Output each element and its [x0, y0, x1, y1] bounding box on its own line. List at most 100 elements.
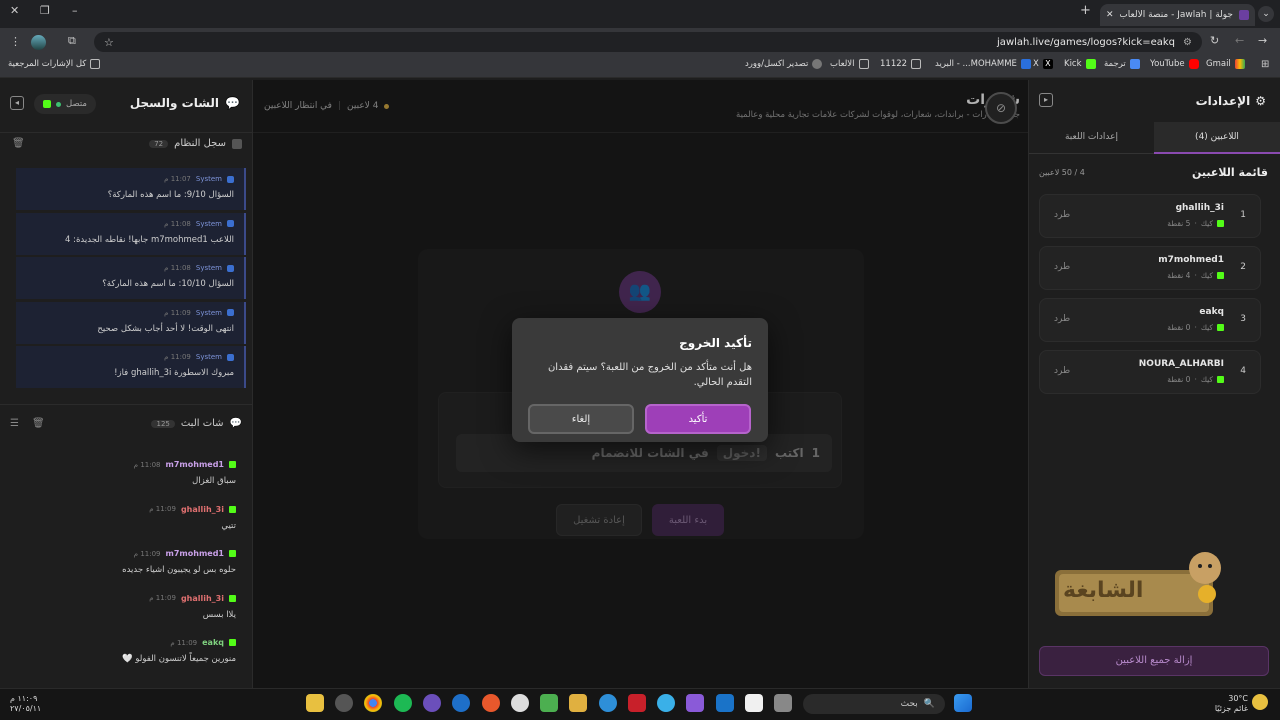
- app-icon[interactable]: [657, 694, 675, 712]
- site-settings-icon[interactable]: ⚙: [1183, 37, 1192, 48]
- taskbar-search[interactable]: 🔍 بحث: [803, 694, 945, 714]
- player-meta: كيك · 0 نقطة: [1167, 375, 1224, 384]
- kick-icon: [229, 639, 236, 646]
- cancel-button[interactable]: إلغاء: [528, 404, 634, 434]
- folder-icon: [911, 59, 922, 69]
- player-row: 4 NOURA_ALHARBI كيك · 0 نقطة طرد: [1039, 350, 1261, 394]
- app-icon[interactable]: [335, 694, 353, 712]
- live-chat-count: 125: [151, 419, 175, 428]
- exit-confirm-dialog: تأكيد الخروج هل أنت متأكد من الخروج من ا…: [512, 318, 768, 442]
- bookmark-youtube[interactable]: YouTube: [1150, 59, 1199, 69]
- folder-icon: [858, 59, 869, 69]
- file-explorer-icon[interactable]: [306, 694, 324, 712]
- bookmark-label: YouTube: [1150, 59, 1185, 69]
- firefox-icon[interactable]: [482, 694, 500, 712]
- bookmark-kick[interactable]: Kick: [1064, 59, 1096, 69]
- player-meta: كيك · 5 نقطة: [1167, 219, 1224, 228]
- discord-icon[interactable]: [423, 694, 441, 712]
- bookmark-11122[interactable]: 11122: [880, 59, 922, 69]
- logo-character-head: [1189, 552, 1221, 584]
- bookmark-x[interactable]: XX: [1033, 59, 1053, 69]
- bookmark-star-icon[interactable]: ☆: [104, 36, 114, 49]
- all-bookmarks[interactable]: كل الإشارات المرجعية: [8, 59, 101, 69]
- clear-log-icon[interactable]: 🗑: [12, 138, 25, 149]
- chat-time: 11:09 م: [149, 505, 176, 513]
- divider: [0, 404, 253, 405]
- back-icon[interactable]: →: [1258, 34, 1267, 47]
- player-name: eakq: [1199, 307, 1224, 317]
- log-author: System: [195, 353, 222, 361]
- tab-game-settings[interactable]: إعدادات اللعبة: [1029, 122, 1154, 154]
- filter-icon[interactable]: ☰: [10, 418, 19, 429]
- chat-author: eakq: [202, 638, 224, 647]
- task-view-icon[interactable]: [774, 694, 792, 712]
- chat-panel: 💬 الشات والسجل متصل ◂ سجل النظام 72 🗑 Sy…: [0, 80, 253, 688]
- forward-icon[interactable]: ←: [1235, 34, 1244, 47]
- kick-icon: [1217, 324, 1224, 331]
- tab-game-label: إعدادات اللعبة: [1064, 132, 1119, 142]
- collapse-chat-icon[interactable]: ◂: [10, 96, 24, 110]
- chat-time: 11:09 م: [149, 594, 176, 602]
- tab-search-icon[interactable]: ⌄: [1258, 6, 1274, 22]
- kick-player-button[interactable]: طرد: [1054, 314, 1070, 324]
- weather-widget[interactable]: 30°C غائم جزئيًا: [1196, 694, 1248, 714]
- apps-grid-icon[interactable]: ⊞: [1261, 59, 1269, 70]
- excel-icon[interactable]: [540, 694, 558, 712]
- close-tab-icon[interactable]: ✕: [1106, 10, 1114, 20]
- extensions-icon[interactable]: ⧉: [68, 34, 76, 48]
- confirm-button[interactable]: تأكيد: [645, 404, 751, 434]
- chat-header: 💬 الشات والسجل: [130, 96, 240, 110]
- minimize-window-button[interactable]: –: [72, 4, 78, 17]
- kick-player-button[interactable]: طرد: [1054, 210, 1070, 220]
- bookmark-excel[interactable]: تصدير اكسل/وورد: [745, 59, 823, 69]
- clock-time: ١١:٠٩ م: [10, 694, 38, 703]
- new-tab-button[interactable]: +: [1080, 3, 1091, 18]
- kick-icon: [229, 594, 236, 602]
- system-icon: [227, 353, 234, 361]
- chat-text: منورين جميعاً لاتنسون الفولو 🤍: [122, 654, 236, 664]
- chat-message-header: eakq 11:09 م: [170, 638, 236, 647]
- player-platform: كيك: [1200, 323, 1213, 332]
- address-bar[interactable]: ☆ jawlah.live/games/logos?kick=eakq ⚙: [94, 32, 1202, 52]
- chrome-icon[interactable]: [364, 694, 382, 712]
- clear-chat-icon[interactable]: 🗑: [32, 418, 45, 429]
- log-author: System: [195, 175, 222, 183]
- log-entry: System 11:07 م السؤال 9/10: ما اسم هذه ا…: [16, 168, 246, 210]
- clock[interactable]: ١١:٠٩ م ٢٧/٠٥/١١: [10, 694, 41, 714]
- store-icon[interactable]: [745, 694, 763, 712]
- bookmark-gmail[interactable]: Gmail: [1206, 59, 1245, 69]
- remove-all-players-button[interactable]: إزالة جميع اللاعبين: [1039, 646, 1269, 676]
- chat-author: m7mohmed1: [165, 549, 224, 558]
- bookmark-mail[interactable]: البريد - ...MOHAMME: [935, 59, 1031, 69]
- player-platform: كيك: [1200, 375, 1213, 384]
- bookmark-translate[interactable]: ترجمة: [1104, 59, 1140, 69]
- all-bookmarks-label: كل الإشارات المرجعية: [8, 59, 87, 69]
- close-window-button[interactable]: ✕: [10, 4, 19, 17]
- settings-icon[interactable]: [511, 694, 529, 712]
- bookmark-games[interactable]: الالعاب: [830, 59, 869, 69]
- mcafee-icon[interactable]: [628, 694, 646, 712]
- bookmark-label: 11122: [880, 59, 908, 69]
- copilot-icon[interactable]: [686, 694, 704, 712]
- reload-icon[interactable]: ↻: [1210, 34, 1219, 47]
- restore-window-button[interactable]: ❐: [40, 4, 50, 17]
- collapse-panel-icon[interactable]: ▸: [1039, 93, 1053, 107]
- kick-player-button[interactable]: طرد: [1054, 366, 1070, 376]
- player-count: 4 / 50 لاعبين: [1039, 168, 1085, 177]
- tab-players[interactable]: اللاعبين (4): [1154, 122, 1280, 154]
- windows-start-icon[interactable]: [954, 694, 972, 712]
- folder-icon[interactable]: [569, 694, 587, 712]
- menu-icon[interactable]: ⋮: [10, 35, 21, 48]
- profile-avatar[interactable]: [31, 35, 46, 50]
- search-icon: 🔍: [923, 699, 935, 709]
- spotify-icon[interactable]: [394, 694, 412, 712]
- bookmark-label: البريد - ...MOHAMME: [935, 59, 1017, 69]
- log-author: System: [195, 308, 222, 317]
- player-rank: 2: [1240, 262, 1246, 272]
- outlook-icon[interactable]: [716, 694, 734, 712]
- hp-icon[interactable]: [452, 694, 470, 712]
- kick-player-button[interactable]: طرد: [1054, 262, 1070, 272]
- browser-tab[interactable]: جولة | Jawlah - منصة الألعاب الث... ✕: [1100, 4, 1255, 26]
- log-text: السؤال 9/10: ما اسم هذه الماركة؟: [107, 190, 234, 200]
- edge-icon[interactable]: [599, 694, 617, 712]
